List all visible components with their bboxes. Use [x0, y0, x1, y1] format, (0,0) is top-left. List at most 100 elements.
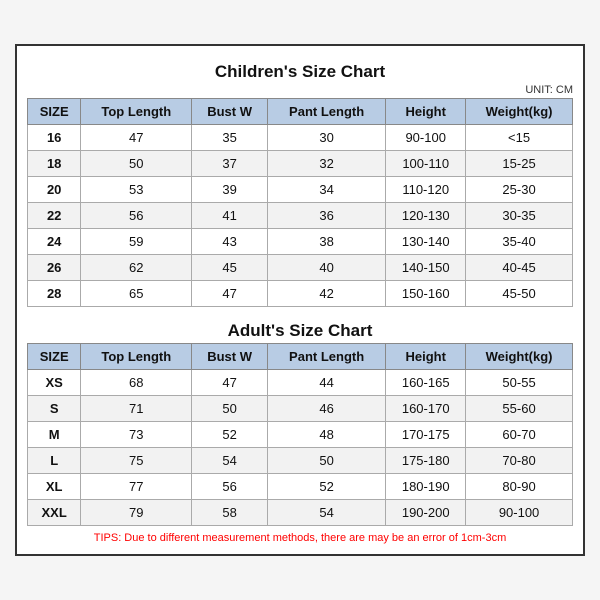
- chart-container: Children's Size Chart UNIT: CM SIZETop L…: [15, 44, 585, 556]
- table-cell: S: [28, 396, 81, 422]
- table-cell: 22: [28, 203, 81, 229]
- adults-header-cell: Height: [386, 344, 466, 370]
- table-cell: 175-180: [386, 448, 466, 474]
- table-cell: 50: [192, 396, 268, 422]
- adults-header-cell: Pant Length: [267, 344, 385, 370]
- table-row: 20533934110-12025-30: [28, 177, 573, 203]
- table-cell: 25-30: [466, 177, 573, 203]
- adults-header-row: SIZETop LengthBust WPant LengthHeightWei…: [28, 344, 573, 370]
- table-cell: 30-35: [466, 203, 573, 229]
- table-cell: 50: [81, 151, 192, 177]
- children-header-cell: Height: [386, 99, 466, 125]
- table-cell: 180-190: [386, 474, 466, 500]
- table-cell: 170-175: [386, 422, 466, 448]
- children-header-cell: Weight(kg): [466, 99, 573, 125]
- table-cell: 68: [81, 370, 192, 396]
- table-cell: 45-50: [466, 281, 573, 307]
- table-cell: 50-55: [466, 370, 573, 396]
- table-cell: 54: [192, 448, 268, 474]
- table-cell: 130-140: [386, 229, 466, 255]
- table-cell: XXL: [28, 500, 81, 526]
- table-cell: 28: [28, 281, 81, 307]
- table-cell: M: [28, 422, 81, 448]
- table-cell: 41: [192, 203, 268, 229]
- table-cell: 24: [28, 229, 81, 255]
- table-cell: 37: [192, 151, 268, 177]
- table-cell: 73: [81, 422, 192, 448]
- table-cell: 90-100: [386, 125, 466, 151]
- table-row: 24594338130-14035-40: [28, 229, 573, 255]
- adults-header-cell: SIZE: [28, 344, 81, 370]
- table-cell: 55-60: [466, 396, 573, 422]
- table-row: 22564136120-13030-35: [28, 203, 573, 229]
- table-cell: 52: [192, 422, 268, 448]
- table-row: 1647353090-100<15: [28, 125, 573, 151]
- table-cell: 77: [81, 474, 192, 500]
- table-row: XS684744160-16550-55: [28, 370, 573, 396]
- table-cell: 43: [192, 229, 268, 255]
- table-cell: 16: [28, 125, 81, 151]
- adults-header-cell: Weight(kg): [466, 344, 573, 370]
- table-cell: 79: [81, 500, 192, 526]
- table-cell: 56: [192, 474, 268, 500]
- table-cell: XL: [28, 474, 81, 500]
- table-cell: 65: [81, 281, 192, 307]
- table-row: L755450175-18070-80: [28, 448, 573, 474]
- table-cell: 39: [192, 177, 268, 203]
- adults-table: SIZETop LengthBust WPant LengthHeightWei…: [27, 343, 573, 526]
- table-row: 26624540140-15040-45: [28, 255, 573, 281]
- table-cell: 100-110: [386, 151, 466, 177]
- table-cell: 56: [81, 203, 192, 229]
- table-cell: 50: [267, 448, 385, 474]
- children-header-cell: Bust W: [192, 99, 268, 125]
- table-cell: <15: [466, 125, 573, 151]
- table-cell: 90-100: [466, 500, 573, 526]
- adults-title: Adult's Size Chart: [27, 315, 573, 343]
- table-cell: 42: [267, 281, 385, 307]
- table-cell: 26: [28, 255, 81, 281]
- table-row: 28654742150-16045-50: [28, 281, 573, 307]
- table-cell: 60-70: [466, 422, 573, 448]
- table-cell: L: [28, 448, 81, 474]
- table-cell: 45: [192, 255, 268, 281]
- table-cell: 15-25: [466, 151, 573, 177]
- table-cell: 110-120: [386, 177, 466, 203]
- table-row: XL775652180-19080-90: [28, 474, 573, 500]
- table-cell: 160-165: [386, 370, 466, 396]
- table-cell: 48: [267, 422, 385, 448]
- table-cell: 150-160: [386, 281, 466, 307]
- table-cell: 54: [267, 500, 385, 526]
- table-cell: 46: [267, 396, 385, 422]
- table-cell: 40-45: [466, 255, 573, 281]
- children-header-cell: SIZE: [28, 99, 81, 125]
- table-cell: 120-130: [386, 203, 466, 229]
- table-cell: 52: [267, 474, 385, 500]
- table-cell: 44: [267, 370, 385, 396]
- children-header-cell: Pant Length: [267, 99, 385, 125]
- table-cell: 47: [81, 125, 192, 151]
- table-cell: 53: [81, 177, 192, 203]
- table-cell: 59: [81, 229, 192, 255]
- table-cell: XS: [28, 370, 81, 396]
- table-cell: 75: [81, 448, 192, 474]
- table-cell: 47: [192, 370, 268, 396]
- tips-text: TIPS: Due to different measurement metho…: [27, 532, 573, 544]
- children-table: SIZETop LengthBust WPant LengthHeightWei…: [27, 98, 573, 307]
- adults-header-cell: Bust W: [192, 344, 268, 370]
- unit-label: UNIT: CM: [27, 84, 573, 96]
- table-cell: 40: [267, 255, 385, 281]
- table-cell: 35: [192, 125, 268, 151]
- table-row: M735248170-17560-70: [28, 422, 573, 448]
- table-cell: 80-90: [466, 474, 573, 500]
- table-cell: 160-170: [386, 396, 466, 422]
- table-cell: 18: [28, 151, 81, 177]
- table-cell: 35-40: [466, 229, 573, 255]
- table-cell: 30: [267, 125, 385, 151]
- table-cell: 32: [267, 151, 385, 177]
- table-cell: 190-200: [386, 500, 466, 526]
- table-cell: 34: [267, 177, 385, 203]
- table-cell: 140-150: [386, 255, 466, 281]
- table-cell: 38: [267, 229, 385, 255]
- children-header-row: SIZETop LengthBust WPant LengthHeightWei…: [28, 99, 573, 125]
- table-cell: 58: [192, 500, 268, 526]
